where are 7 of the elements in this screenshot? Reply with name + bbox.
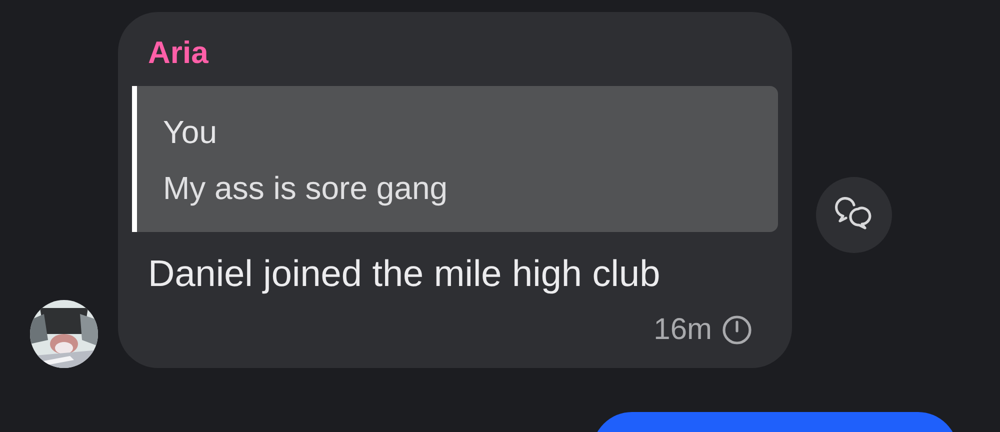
message-text: Daniel joined the mile high club (148, 252, 662, 296)
sender-name: Aria (148, 34, 210, 72)
clock-icon (722, 315, 752, 345)
quoted-message[interactable]: You My ass is sore gang (132, 86, 778, 232)
quote-text: My ass is sore gang (163, 169, 449, 208)
quote-author: You (163, 113, 218, 152)
message-time: 16m (654, 312, 712, 348)
